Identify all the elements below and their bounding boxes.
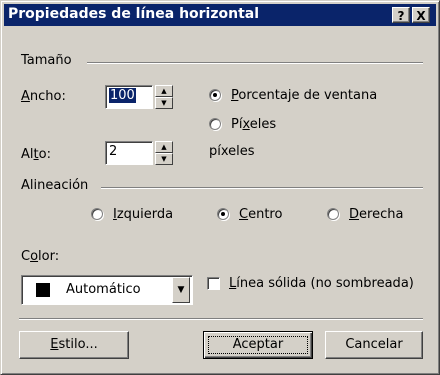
height-value: 2	[109, 144, 118, 159]
width-label: Ancho:	[21, 89, 66, 104]
height-input[interactable]: 2	[105, 141, 153, 165]
title-bar[interactable]: Propiedades de línea horizontal ? X	[4, 4, 436, 26]
width-input[interactable]: 100	[105, 85, 153, 109]
radio-align-left[interactable]	[91, 208, 103, 220]
style-button[interactable]: Estilo...	[19, 331, 129, 359]
radio-percent[interactable]	[209, 89, 221, 101]
height-spinner[interactable]: ▲ ▼	[155, 141, 173, 165]
solid-line-checkbox[interactable]	[207, 277, 220, 290]
radio-pixels[interactable]	[209, 118, 221, 130]
spin-down-icon[interactable]: ▼	[155, 97, 173, 109]
cancel-button[interactable]: Cancelar	[325, 331, 423, 359]
height-unit: píxeles	[209, 144, 255, 159]
solid-line-label[interactable]: Línea sólida (no sombreada)	[229, 276, 414, 291]
window-title: Propiedades de línea horizontal	[8, 6, 260, 22]
height-label: Alto:	[21, 147, 51, 162]
color-dropdown[interactable]: Automático ▼	[21, 275, 193, 305]
close-button[interactable]: X	[412, 7, 430, 23]
radio-align-center-label[interactable]: Centro	[239, 207, 282, 222]
color-label: Color:	[21, 249, 60, 264]
radio-percent-label[interactable]: Porcentaje de ventana	[231, 88, 377, 103]
color-value: Automático	[66, 282, 141, 297]
size-group-label: Tamaño	[21, 53, 72, 68]
align-group-label: Alineación	[21, 178, 89, 193]
button-separator	[19, 318, 423, 320]
size-group-line	[87, 62, 423, 64]
chevron-down-icon[interactable]: ▼	[172, 277, 190, 303]
spin-up-icon[interactable]: ▲	[155, 85, 173, 97]
focus-rect	[208, 336, 308, 354]
radio-align-right[interactable]	[327, 208, 339, 220]
radio-pixels-label[interactable]: Píxeles	[231, 117, 276, 132]
help-button[interactable]: ?	[392, 7, 410, 23]
spin-down-icon[interactable]: ▼	[155, 153, 173, 165]
accept-button[interactable]: Aceptar	[203, 331, 313, 359]
width-value: 100	[109, 88, 136, 103]
radio-align-right-label[interactable]: Derecha	[349, 207, 403, 222]
color-swatch	[36, 283, 50, 297]
align-group-line	[101, 187, 423, 189]
width-spinner[interactable]: ▲ ▼	[155, 85, 173, 109]
radio-align-center[interactable]	[217, 208, 229, 220]
spin-up-icon[interactable]: ▲	[155, 141, 173, 153]
radio-align-left-label[interactable]: Izquierda	[113, 207, 173, 222]
dialog-window: Propiedades de línea horizontal ? X Tama…	[0, 0, 440, 375]
